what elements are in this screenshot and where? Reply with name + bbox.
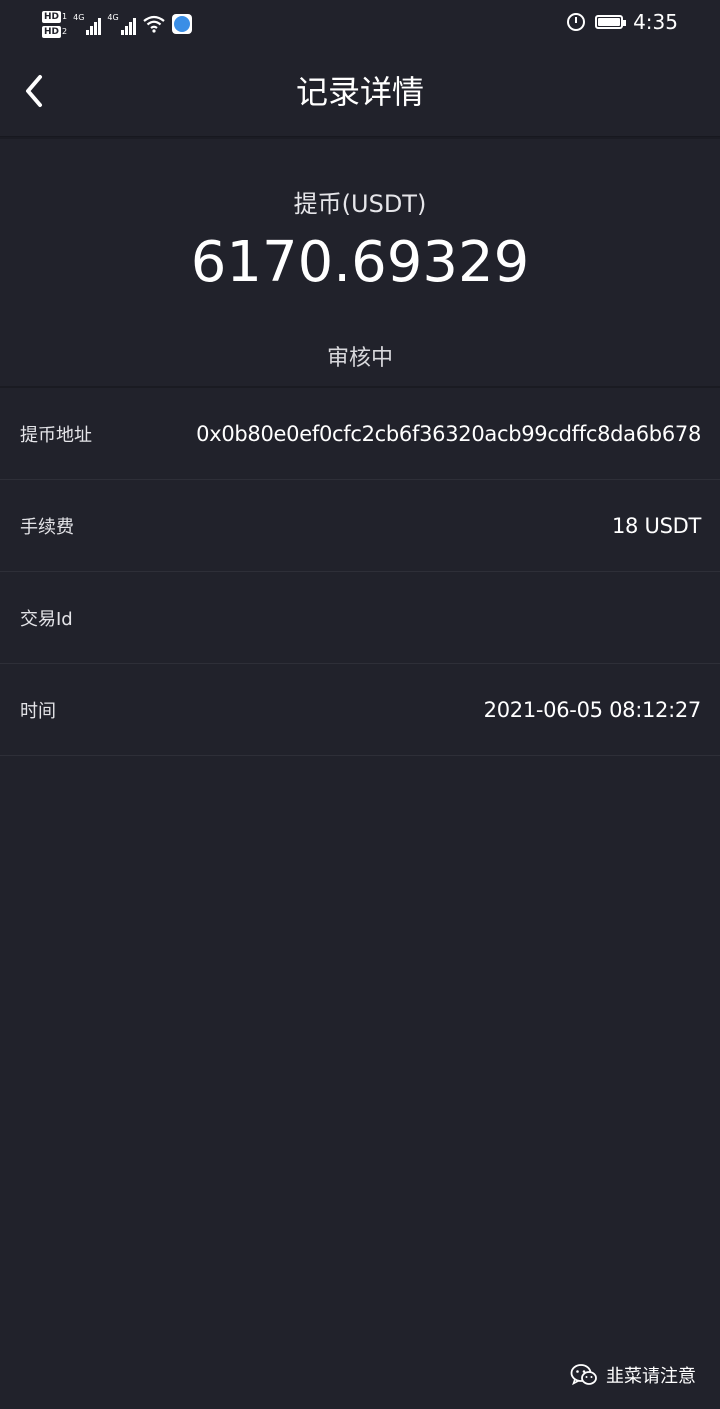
address-value[interactable]: 0x0b80e0ef0cfc2cb6f36320acb99cdffc8da6b6… — [196, 422, 701, 446]
status-bar: HD 1 HD 2 4G 4G 4:35 — [0, 0, 720, 46]
detail-row-address: 提币地址 0x0b80e0ef0cfc2cb6f36320acb99cdffc8… — [0, 388, 720, 480]
hd1-number: 1 — [62, 11, 68, 21]
detail-row-txid: 交易Id — [0, 572, 720, 664]
watermark-text: 韭菜请注意 — [606, 1366, 696, 1387]
time-label: 时间 — [20, 700, 56, 722]
wechat-icon — [570, 1364, 597, 1386]
fee-value: 18 USDT — [612, 513, 701, 538]
alarm-icon — [567, 13, 586, 31]
hd2-label: HD — [42, 25, 62, 38]
status-time: 4:35 — [633, 10, 678, 34]
hd1-label: HD — [42, 10, 62, 23]
hd2-number: 2 — [62, 26, 68, 36]
wifi-icon — [143, 15, 165, 33]
hd-badges: HD 1 HD 2 — [42, 10, 68, 38]
detail-list: 提币地址 0x0b80e0ef0cfc2cb6f36320acb99cdffc8… — [0, 388, 720, 756]
time-value: 2021-06-05 08:12:27 — [483, 697, 702, 722]
status-icons-left: HD 1 HD 2 4G 4G — [42, 4, 192, 44]
signal-icon-1: 4G — [73, 13, 102, 35]
browser-app-icon — [171, 14, 192, 34]
withdraw-type-label: 提币(USDT) — [293, 190, 427, 218]
hd2-badge: HD 2 — [42, 25, 68, 38]
signal-2-type: 4G — [107, 13, 119, 22]
txid-label: 交易Id — [20, 608, 73, 630]
status-icons-right: 4:35 — [567, 10, 678, 34]
withdraw-summary: 提币(USDT) 6170.69329 审核中 — [0, 140, 720, 388]
fee-label: 手续费 — [20, 516, 74, 538]
withdraw-amount: 6170.69329 — [190, 230, 530, 295]
status-badge: 审核中 — [326, 346, 393, 371]
page-title: 记录详情 — [295, 73, 424, 111]
signal-icon-2: 4G — [107, 13, 136, 35]
nav-header: 记录详情 — [0, 46, 720, 137]
watermark: 韭菜请注意 — [570, 1362, 696, 1388]
detail-row-time: 时间 2021-06-05 08:12:27 — [0, 664, 720, 756]
hd1-badge: HD 1 — [42, 10, 68, 23]
battery-icon — [595, 15, 627, 29]
address-label: 提币地址 — [20, 424, 92, 446]
detail-row-fee: 手续费 18 USDT — [0, 480, 720, 572]
signal-1-type: 4G — [73, 13, 85, 22]
